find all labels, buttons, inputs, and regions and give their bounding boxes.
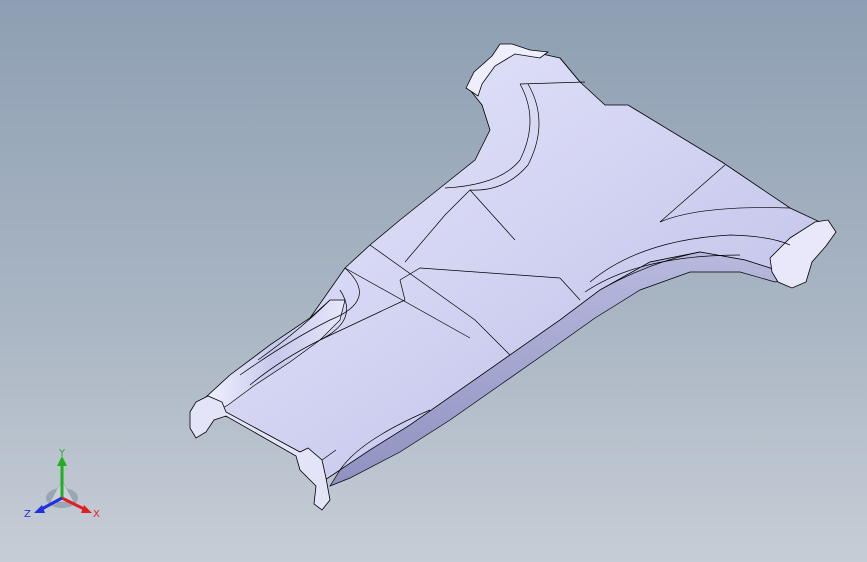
graphics-viewport[interactable]: Y X Z: [0, 0, 867, 562]
y-axis-label: Y: [58, 448, 66, 459]
part-model[interactable]: [0, 0, 867, 562]
z-axis-label: Z: [24, 509, 31, 520]
coordinate-triad: Y X Z: [24, 448, 100, 520]
x-axis-label: X: [93, 509, 100, 520]
